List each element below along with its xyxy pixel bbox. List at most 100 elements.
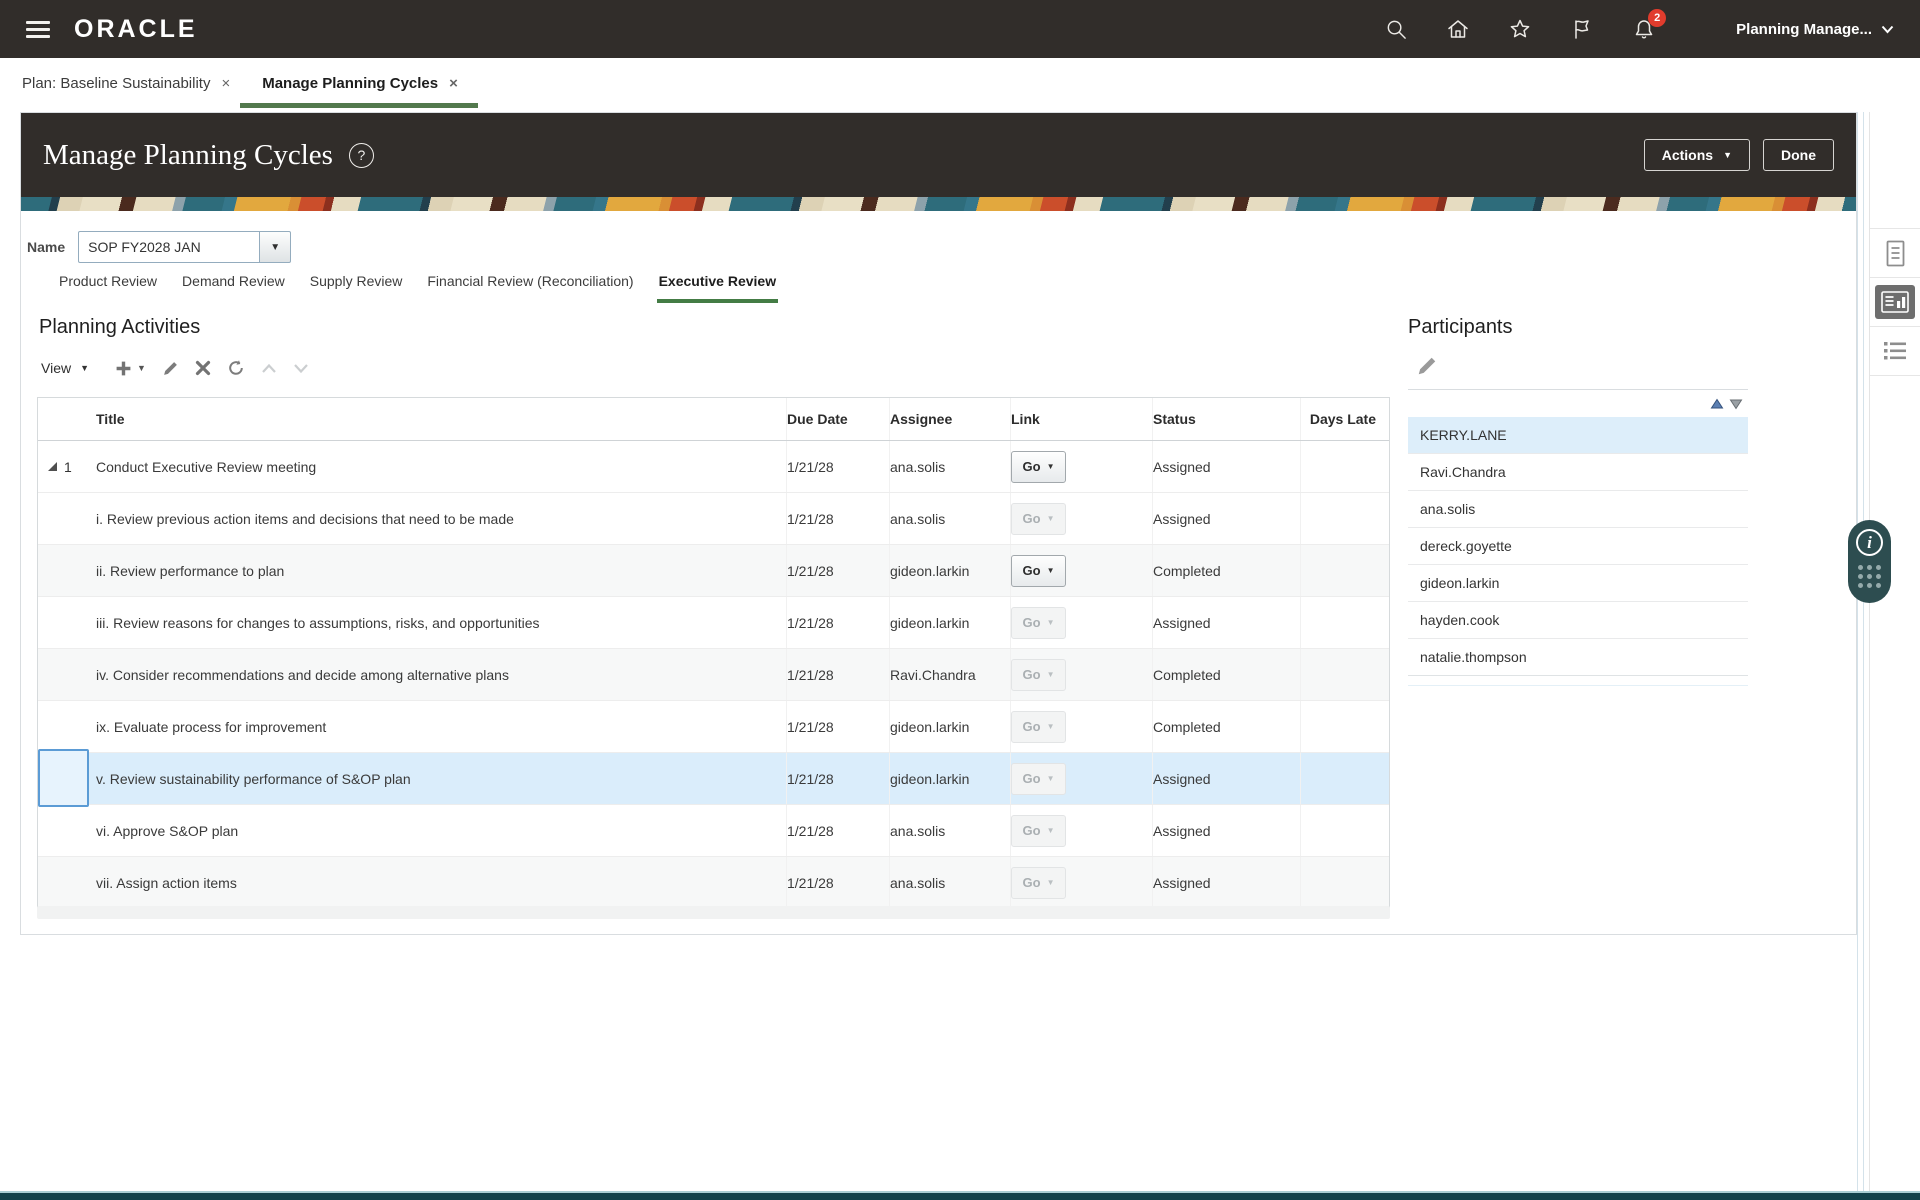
- notifications-bell-icon[interactable]: 2: [1632, 17, 1656, 41]
- participant-item[interactable]: gideon.larkin: [1408, 565, 1748, 602]
- help-icon[interactable]: ?: [349, 143, 374, 168]
- table-row[interactable]: 1Conduct Executive Review meeting1/21/28…: [38, 441, 1389, 493]
- table-row[interactable]: vi. Approve S&OP plan1/21/28ana.solisGo▼…: [38, 805, 1389, 857]
- expanded-node-icon[interactable]: [48, 462, 57, 471]
- assignee-cell: ana.solis: [890, 805, 1011, 856]
- review-tabs: Product Review Demand Review Supply Review…: [57, 269, 778, 303]
- review-tab[interactable]: Product Review: [57, 269, 159, 303]
- add-button[interactable]: ▼: [115, 360, 146, 377]
- column-header: Title: [96, 398, 787, 440]
- go-button[interactable]: Go▼: [1011, 451, 1066, 483]
- review-tab[interactable]: Demand Review: [180, 269, 287, 303]
- participants-panel: Participants KERRY.LANERavi.Chandraana.s…: [1408, 316, 1748, 686]
- review-tab[interactable]: Supply Review: [308, 269, 405, 303]
- row-gutter: [38, 493, 96, 544]
- close-tab-icon[interactable]: ×: [221, 75, 230, 92]
- days-late-cell: [1301, 701, 1389, 752]
- window-tab[interactable]: Plan: Baseline Sustainability×: [22, 58, 246, 108]
- list-view-icon: [1883, 340, 1907, 362]
- review-tab[interactable]: Financial Review (Reconciliation): [425, 269, 635, 303]
- activity-title-cell: vii. Assign action items: [96, 857, 787, 908]
- participant-item[interactable]: KERRY.LANE: [1408, 417, 1748, 454]
- assignee-cell: ana.solis: [890, 493, 1011, 544]
- table-row[interactable]: ix. Evaluate process for improvement1/21…: [38, 701, 1389, 753]
- assignee-cell: ana.solis: [890, 441, 1011, 492]
- link-cell: Go▼: [1011, 649, 1153, 700]
- info-icon[interactable]: i: [1856, 529, 1883, 556]
- go-button-label: Go: [1023, 563, 1041, 578]
- link-cell: Go▼: [1011, 857, 1153, 908]
- table-row[interactable]: iv. Consider recommendations and decide …: [38, 649, 1389, 701]
- view-menu-button[interactable]: View ▼: [41, 360, 89, 376]
- assignee-cell: gideon.larkin: [890, 545, 1011, 596]
- sort-descending-icon[interactable]: [1728, 397, 1744, 411]
- cycle-name-input[interactable]: [78, 231, 260, 263]
- delete-button[interactable]: [195, 360, 211, 376]
- activity-title-cell: ix. Evaluate process for improvement: [96, 701, 787, 752]
- days-late-cell: [1301, 857, 1389, 908]
- decorative-banner: [21, 197, 1856, 211]
- home-icon[interactable]: [1446, 17, 1470, 41]
- done-button[interactable]: Done: [1763, 139, 1834, 171]
- done-button-label: Done: [1781, 147, 1816, 163]
- menu-icon[interactable]: [26, 21, 50, 38]
- activity-title-cell: vi. Approve S&OP plan: [96, 805, 787, 856]
- page-view-button[interactable]: [1870, 229, 1920, 278]
- close-tab-icon[interactable]: ×: [449, 75, 458, 92]
- review-tab[interactable]: Executive Review: [657, 269, 779, 303]
- help-widget[interactable]: i: [1848, 520, 1891, 603]
- context-switcher[interactable]: Planning Manage...: [1736, 21, 1894, 38]
- days-late-cell: [1301, 753, 1389, 804]
- go-button-label: Go: [1023, 771, 1041, 786]
- move-down-icon: [293, 363, 309, 374]
- refresh-button[interactable]: [227, 359, 245, 377]
- horizontal-scrollbar[interactable]: [37, 906, 1390, 919]
- row-gutter: [38, 857, 96, 908]
- participant-item[interactable]: dereck.goyette: [1408, 528, 1748, 565]
- sort-ascending-icon[interactable]: [1709, 397, 1725, 411]
- table-row[interactable]: ii. Review performance to plan1/21/28gid…: [38, 545, 1389, 597]
- go-button-label: Go: [1023, 511, 1041, 526]
- caret-down-icon: ▼: [1047, 462, 1055, 471]
- due-date-cell: 1/21/28: [787, 545, 890, 596]
- participant-item[interactable]: hayden.cook: [1408, 602, 1748, 639]
- caret-down-icon: ▼: [1047, 670, 1055, 679]
- list-view-button[interactable]: [1870, 327, 1920, 376]
- favorites-star-icon[interactable]: [1508, 17, 1532, 41]
- actions-button[interactable]: Actions ▼: [1644, 139, 1750, 171]
- planning-activities-table: TitleDue DateAssigneeLinkStatusDays Late…: [37, 397, 1390, 909]
- combobox-dropdown-button[interactable]: ▼: [260, 231, 291, 263]
- row-gutter: [38, 805, 96, 856]
- search-icon[interactable]: [1384, 17, 1408, 41]
- table-row[interactable]: i. Review previous action items and deci…: [38, 493, 1389, 545]
- panel-splitter[interactable]: [1857, 112, 1858, 1192]
- divider: [1408, 685, 1748, 686]
- go-button[interactable]: Go▼: [1011, 555, 1066, 587]
- header-gutter: [38, 398, 96, 440]
- window-tab-strip: Plan: Baseline Sustainability×Manage Pla…: [0, 58, 1920, 108]
- row-gutter: [38, 597, 96, 648]
- panel-chart-view-button[interactable]: [1870, 278, 1920, 327]
- participant-item[interactable]: ana.solis: [1408, 491, 1748, 528]
- page-header: Manage Planning Cycles ? Actions ▼ Done: [21, 113, 1856, 197]
- context-label: Planning Manage...: [1736, 21, 1872, 38]
- edit-button[interactable]: [162, 360, 179, 377]
- status-cell: Assigned: [1153, 753, 1301, 804]
- go-button: Go▼: [1011, 763, 1066, 795]
- right-view-rail: [1869, 112, 1920, 1192]
- window-tab[interactable]: Manage Planning Cycles×: [246, 58, 474, 108]
- assignee-cell: gideon.larkin: [890, 701, 1011, 752]
- link-cell: Go▼: [1011, 805, 1153, 856]
- assignee-cell: ana.solis: [890, 857, 1011, 908]
- row-number: 1: [64, 459, 72, 475]
- app-grid-icon[interactable]: [1858, 565, 1881, 588]
- table-row[interactable]: v. Review sustainability performance of …: [38, 753, 1389, 805]
- link-cell: Go▼: [1011, 545, 1153, 596]
- table-row[interactable]: iii. Review reasons for changes to assum…: [38, 597, 1389, 649]
- panel-splitter[interactable]: [1863, 112, 1864, 1192]
- table-row[interactable]: vii. Assign action items1/21/28ana.solis…: [38, 857, 1389, 908]
- participant-item[interactable]: Ravi.Chandra: [1408, 454, 1748, 491]
- edit-participants-button[interactable]: [1416, 355, 1438, 377]
- participant-item[interactable]: natalie.thompson: [1408, 639, 1748, 675]
- flag-icon[interactable]: [1570, 17, 1594, 41]
